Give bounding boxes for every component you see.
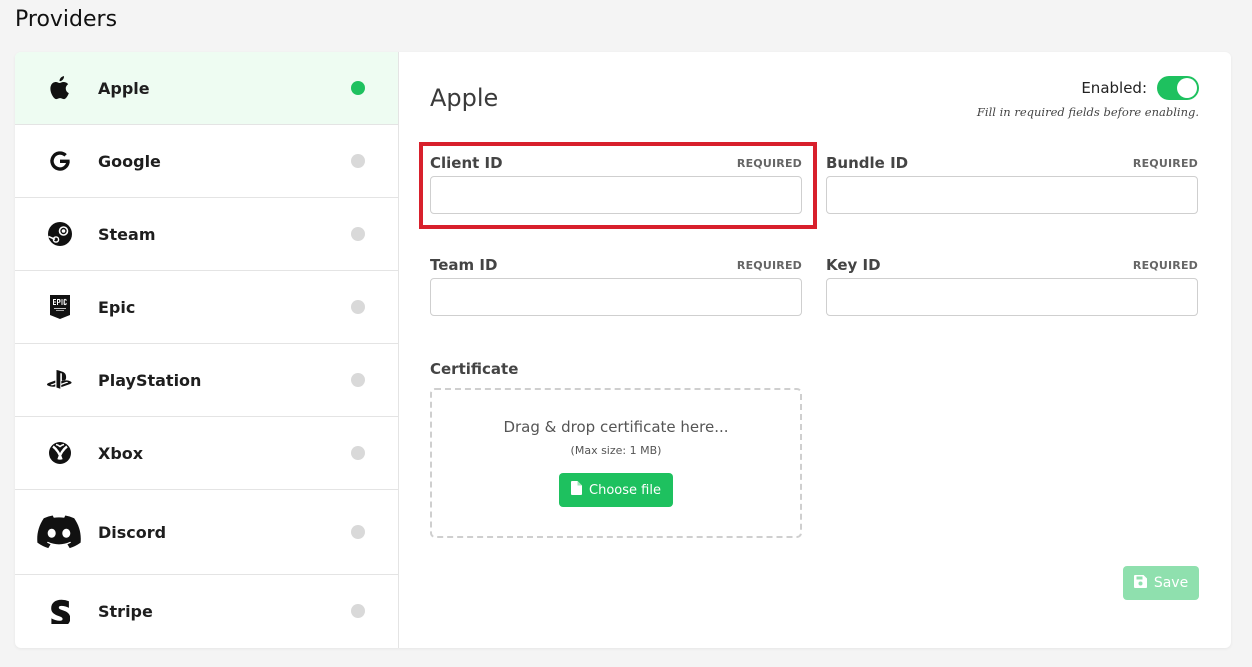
status-dot: [351, 227, 365, 241]
sidebar-item-xbox[interactable]: Xbox: [15, 417, 398, 490]
status-dot: [351, 604, 365, 618]
provider-title: Apple: [430, 84, 499, 112]
file-icon: [571, 481, 583, 499]
save-label: Save: [1153, 575, 1189, 591]
client-id-input[interactable]: [430, 176, 802, 214]
status-dot: [351, 525, 365, 539]
status-dot: [351, 81, 365, 95]
sidebar-item-epic[interactable]: Epic: [15, 271, 398, 344]
key-id-field-group: Key ID REQUIRED: [826, 256, 1198, 316]
sidebar-item-label: Stripe: [98, 601, 153, 621]
xbox-icon: [40, 433, 80, 473]
stripe-icon: [40, 591, 80, 631]
key-id-input[interactable]: [826, 278, 1198, 316]
enable-hint: Fill in required fields before enabling.: [976, 105, 1199, 119]
team-id-input[interactable]: [430, 278, 802, 316]
providers-sidebar: Apple Google Steam Epic PlayStation Xbox…: [15, 52, 399, 648]
sidebar-item-label: Steam: [98, 224, 156, 244]
required-badge: REQUIRED: [1132, 157, 1198, 170]
bundle-id-field-group: Bundle ID REQUIRED: [826, 154, 1198, 214]
sidebar-item-label: Discord: [98, 522, 167, 542]
steam-icon: [40, 214, 80, 254]
bundle-id-input[interactable]: [826, 176, 1198, 214]
status-dot: [351, 154, 365, 168]
sidebar-item-steam[interactable]: Steam: [15, 198, 398, 271]
choose-file-label: Choose file: [589, 482, 661, 498]
epic-games-icon: [40, 287, 80, 327]
sidebar-item-apple[interactable]: Apple: [15, 52, 398, 125]
required-badge: REQUIRED: [736, 259, 802, 272]
playstation-icon: [40, 360, 80, 400]
save-icon: [1133, 574, 1147, 592]
required-badge: REQUIRED: [1132, 259, 1198, 272]
discord-icon: [36, 512, 82, 552]
required-badge: REQUIRED: [736, 157, 802, 170]
providers-card: Apple Google Steam Epic PlayStation Xbox…: [15, 52, 1231, 648]
sidebar-item-playstation[interactable]: PlayStation: [15, 344, 398, 417]
save-button[interactable]: Save: [1123, 566, 1199, 600]
choose-file-button[interactable]: Choose file: [559, 473, 673, 507]
sidebar-item-discord[interactable]: Discord: [15, 490, 398, 575]
enabled-label: Enabled:: [1081, 79, 1147, 97]
status-dot: [351, 446, 365, 460]
enabled-row: Enabled:: [1081, 76, 1199, 100]
sidebar-item-label: Google: [98, 151, 161, 171]
google-icon: [40, 141, 80, 181]
dropzone-max-size: (Max size: 1 MB): [570, 444, 662, 457]
sidebar-item-label: Apple: [98, 78, 150, 98]
certificate-label: Certificate: [430, 360, 519, 378]
dropzone-text: Drag & drop certificate here...: [503, 418, 729, 436]
team-id-field-group: Team ID REQUIRED: [430, 256, 802, 316]
enabled-toggle[interactable]: [1157, 76, 1199, 100]
sidebar-item-label: Xbox: [98, 443, 144, 463]
page-title: Providers: [15, 7, 118, 32]
sidebar-item-stripe[interactable]: Stripe: [15, 575, 398, 647]
provider-settings-panel: Apple Enabled: Fill in required fields b…: [399, 52, 1231, 648]
sidebar-item-google[interactable]: Google: [15, 125, 398, 198]
sidebar-item-label: PlayStation: [98, 370, 202, 390]
sidebar-item-label: Epic: [98, 297, 136, 317]
status-dot: [351, 300, 365, 314]
status-dot: [351, 373, 365, 387]
toggle-knob: [1177, 78, 1197, 98]
apple-icon: [40, 68, 80, 108]
certificate-dropzone[interactable]: Drag & drop certificate here... (Max siz…: [430, 388, 802, 538]
client-id-field-group: Client ID REQUIRED: [430, 154, 802, 214]
